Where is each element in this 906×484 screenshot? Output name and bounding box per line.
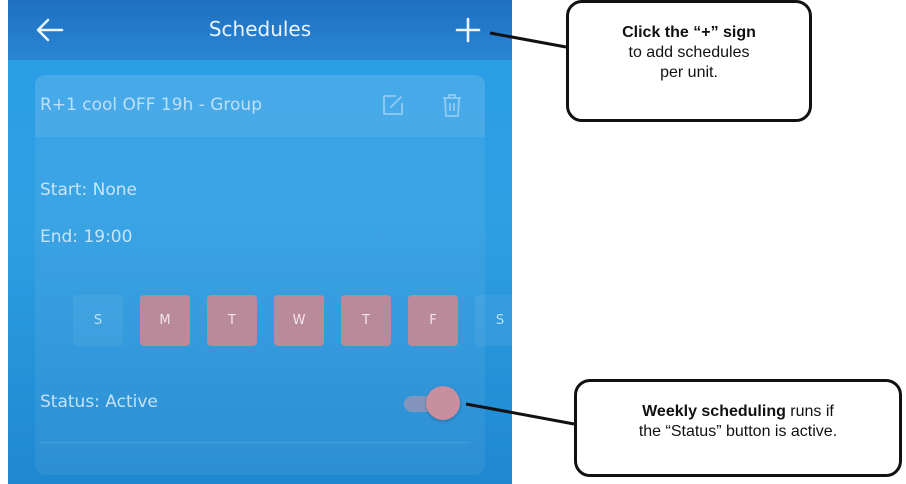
day-label: S [495,313,505,328]
day-label: T [362,313,370,328]
callout-status-line2: the “Status” button is active. [638,423,838,440]
day-label: F [429,313,437,328]
schedule-name: R+1 cool OFF 19h - Group [40,95,262,115]
callout-add-bold: Click the “+” sign [622,24,756,41]
day-toggle-sunday[interactable]: S [73,295,123,346]
callout-status-rest: runs if [785,403,834,420]
callout-add-schedule: Click the “+” sign to add schedules per … [566,0,812,122]
day-toggle-tuesday[interactable]: T [207,295,257,346]
divider [40,442,470,443]
day-toggle-friday[interactable]: F [408,295,458,346]
callout-status: Weekly scheduling runs if the “Status” b… [574,379,902,477]
day-label: T [228,313,236,328]
callout-status-bold: Weekly scheduling [642,403,786,420]
day-toggle-thursday[interactable]: T [341,295,391,346]
status-label: Status: Active [40,392,158,412]
day-label: W [292,313,306,328]
callout-add-line2: to add schedules [628,44,750,61]
page-title: Schedules [208,17,312,41]
day-label: M [159,313,171,328]
app-header: Schedules [8,0,512,60]
add-schedule-icon[interactable] [450,12,486,48]
day-toggle-saturday[interactable]: S [475,295,525,346]
edit-icon[interactable] [382,94,404,116]
callout-add-line3: per unit. [660,64,718,81]
start-time: Start: None [40,180,138,200]
day-label: S [93,313,103,328]
end-time: End: 19:00 [40,227,133,247]
status-toggle[interactable] [396,384,472,424]
trash-icon[interactable] [440,92,464,118]
toggle-knob [426,386,460,420]
day-toggle-monday[interactable]: M [140,295,190,346]
day-toggle-wednesday[interactable]: W [274,295,324,346]
